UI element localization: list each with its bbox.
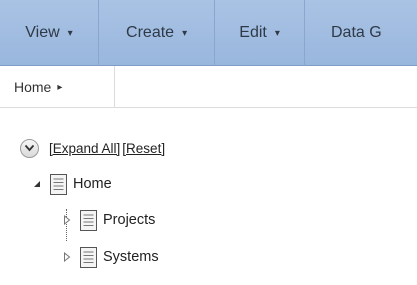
tree-node-projects[interactable]: Projects: [60, 209, 155, 231]
document-icon: [80, 209, 97, 231]
chevron-down-icon: ▾: [274, 27, 280, 39]
menu-edit[interactable]: Edit ▾: [215, 0, 305, 66]
tree-node-label[interactable]: Projects: [103, 212, 155, 228]
chevron-down-icon: ▾: [182, 27, 188, 39]
breadcrumb-home[interactable]: Home ▸: [0, 66, 115, 108]
tree-node-label[interactable]: Systems: [103, 249, 159, 265]
menu-data-g-label: Data G: [330, 24, 382, 41]
breadcrumb-bar: Home ▸: [0, 66, 417, 108]
expand-all-link[interactable]: [Expand All]: [49, 141, 120, 156]
menu-view[interactable]: View ▾: [0, 0, 99, 66]
menu-create[interactable]: Create ▾: [99, 0, 216, 66]
tree-toolbar: [Expand All] [Reset]: [20, 138, 165, 158]
menu-edit-label: Edit: [239, 24, 267, 41]
collapse-toggle-icon[interactable]: [20, 138, 39, 158]
tree-node-systems[interactable]: Systems: [60, 246, 159, 268]
menu-create-label: Create: [126, 24, 175, 41]
top-menu-bar: View ▾ Create ▾ Edit ▾ Data G: [0, 0, 417, 66]
chevron-down-icon: ▾: [67, 27, 73, 39]
caret-right-icon: ▸: [57, 81, 63, 93]
expanded-triangle-icon[interactable]: [30, 180, 44, 188]
tree-node-label[interactable]: Home: [73, 176, 112, 192]
breadcrumb-label: Home: [14, 79, 52, 95]
tree-node-home[interactable]: Home: [30, 173, 112, 195]
menu-view-label: View: [25, 24, 60, 41]
collapsed-triangle-icon[interactable]: [60, 215, 74, 225]
document-icon: [80, 246, 97, 268]
collapsed-triangle-icon[interactable]: [60, 252, 74, 262]
chevron-down-icon: [24, 144, 35, 152]
reset-link[interactable]: [Reset]: [122, 141, 165, 156]
document-icon: [50, 173, 67, 195]
menu-data-g[interactable]: Data G: [305, 0, 417, 66]
